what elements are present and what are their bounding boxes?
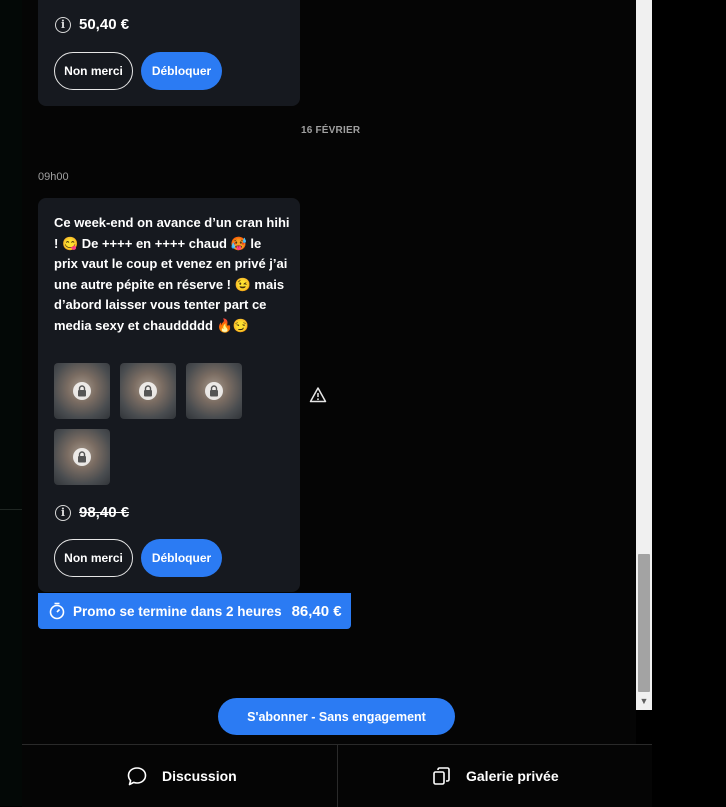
- no-thanks-button[interactable]: Non merci: [54, 539, 133, 577]
- locked-media-thumbnail[interactable]: [54, 429, 110, 485]
- tab-gallery[interactable]: Galerie privée: [432, 745, 559, 807]
- rail-divider: [0, 509, 22, 510]
- lock-icon: [73, 382, 91, 400]
- unlock-button[interactable]: Débloquer: [141, 539, 222, 577]
- message-time: 09h00: [38, 171, 69, 183]
- unlock-button[interactable]: Débloquer: [141, 52, 222, 90]
- price-row-previous: i 50,40 €: [55, 16, 129, 33]
- promo-price: 86,40 €: [291, 602, 342, 620]
- tab-discussion[interactable]: Discussion: [126, 745, 237, 807]
- timer-icon: [49, 602, 65, 620]
- tab-discussion-label: Discussion: [162, 768, 237, 784]
- message-line: Ce week-end on avance d’un cran hihi: [54, 215, 290, 230]
- subscribe-button[interactable]: S'abonner - Sans engagement: [218, 698, 455, 735]
- gallery-icon: [433, 767, 450, 785]
- left-rail: [0, 0, 23, 806]
- lock-icon: [73, 448, 91, 466]
- message-line: une autre pépite en réserve ! 😉 mais: [54, 276, 285, 292]
- original-price: 98,40 €: [79, 504, 130, 521]
- nav-divider: [337, 745, 338, 807]
- lock-icon: [139, 382, 157, 400]
- scrollbar-thumb[interactable]: [638, 554, 650, 692]
- info-icon[interactable]: i: [55, 504, 71, 521]
- warning-icon[interactable]: [309, 386, 327, 404]
- price-row: i 98,40 €: [55, 504, 129, 521]
- no-thanks-button[interactable]: Non merci: [54, 52, 133, 90]
- date-separator: 16 FÉVRIER: [301, 125, 361, 136]
- right-pane: [652, 0, 726, 806]
- lock-icon: [205, 382, 223, 400]
- message-line: media sexy et chauddddd 🔥😏: [54, 317, 249, 333]
- scroll-down-icon[interactable]: ▼: [636, 694, 652, 708]
- message-line: ! 😋 De ++++ en ++++ chaud 🥵 le: [54, 235, 262, 251]
- promo-text: Promo se termine dans 2 heures: [73, 603, 282, 619]
- bottom-nav: Discussion Galerie privée: [22, 744, 652, 807]
- promo-banner: Promo se termine dans 2 heures 86,40 €: [38, 593, 351, 629]
- locked-media-thumbnail[interactable]: [54, 363, 110, 419]
- info-icon[interactable]: i: [55, 16, 71, 33]
- message-line: d’abord laisser vous tenter part ce: [54, 297, 267, 313]
- locked-media-thumbnail[interactable]: [186, 363, 242, 419]
- chat-bubble-icon: [127, 767, 147, 786]
- message-line: prix vaut le coup et venez en privé j’ai: [54, 256, 288, 272]
- message-text: Ce week-end on avance d’un cran hihi ! 😋…: [54, 213, 292, 337]
- price-value: 50,40 €: [79, 16, 130, 33]
- tab-gallery-label: Galerie privée: [466, 768, 559, 784]
- locked-media-thumbnail[interactable]: [120, 363, 176, 419]
